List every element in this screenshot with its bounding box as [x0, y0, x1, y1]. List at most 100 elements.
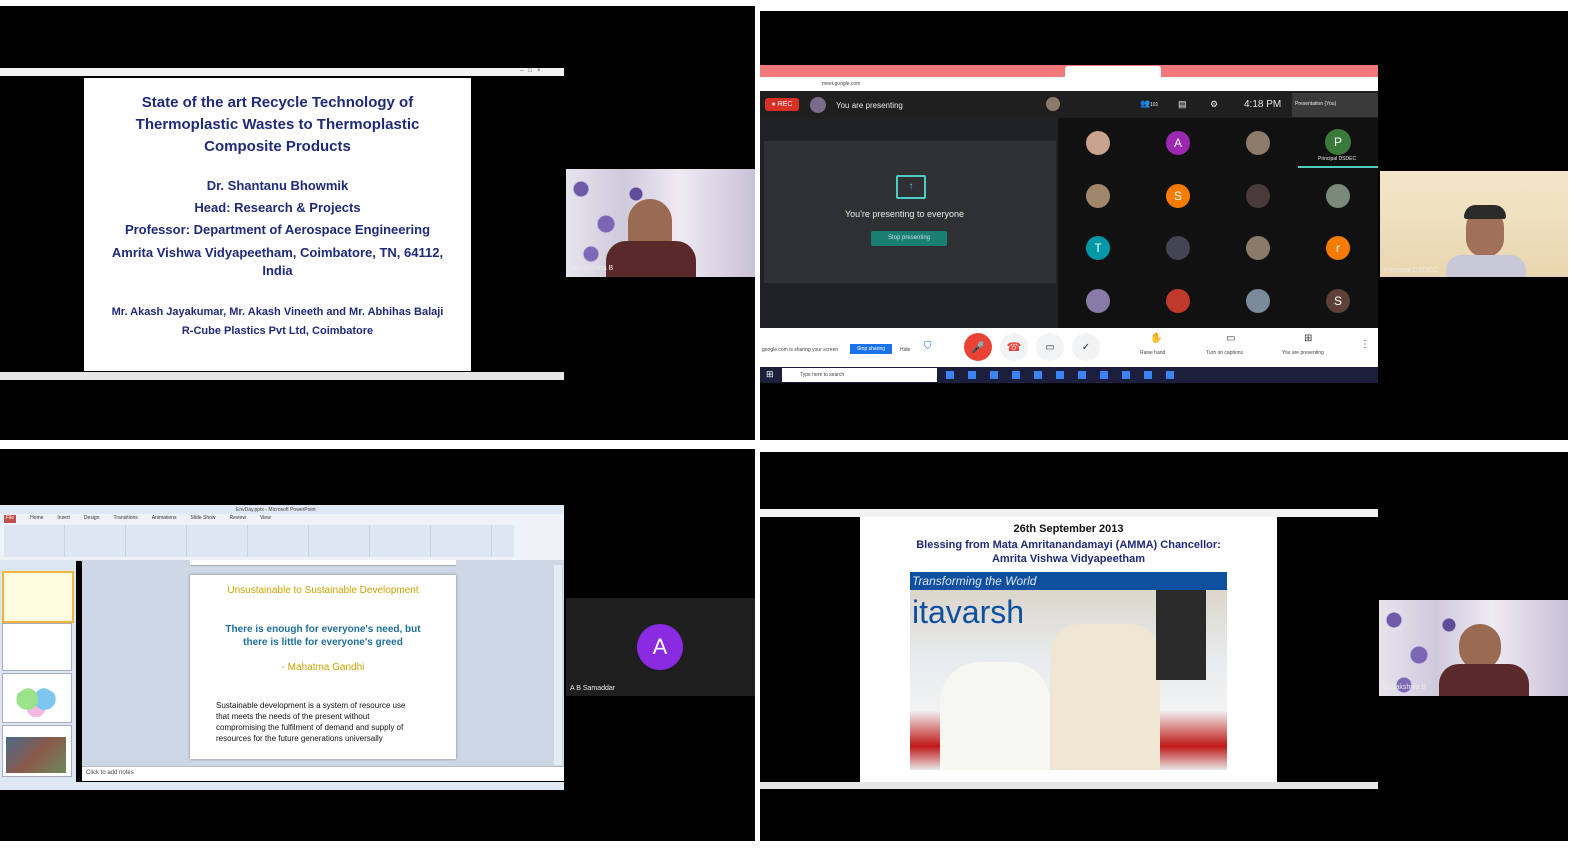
slide-role-2: Professor: Department of Aerospace Engin… [124, 222, 431, 237]
meeting-time: 4:18 PM [1244, 99, 1282, 110]
present-label: You are presenting [1282, 350, 1324, 356]
slide-title: Blessing from Mata Amritanandamayi (AMMA… [916, 539, 1221, 565]
slide-quote: There is enough for everyone's need, but… [225, 624, 421, 648]
slide-title: Unsustainable to Sustainable Development [227, 585, 419, 596]
ribbon-tab-view[interactable]: View [260, 515, 271, 523]
active-browser-tab[interactable] [1065, 66, 1161, 77]
captions-icon[interactable]: ▭ [1226, 333, 1235, 344]
video-tile-q3: EnvDay.pptx - Microsoft PowerPoint File … [0, 449, 755, 841]
raise-hand-icon[interactable]: ✋ [1150, 333, 1162, 344]
grid-tile-r: r [1326, 236, 1350, 260]
grid-tile-s2: S [1326, 289, 1350, 313]
ribbon-tab-review[interactable]: Review [230, 515, 246, 523]
ribbon-groups[interactable] [4, 525, 514, 557]
grid-tile-t: T [1086, 236, 1110, 260]
photo-banner-text: Transforming the World [912, 574, 1037, 588]
ribbon-tab-home[interactable]: Home [30, 515, 43, 523]
share-bar-stop[interactable]: Stop sharing [850, 344, 892, 354]
slide-affiliation: Amrita Vishwa Vidyapeetham, Coimbatore, … [111, 245, 444, 278]
ppt-window-titlebar [0, 68, 564, 76]
host-speaking-bar [1298, 166, 1378, 168]
chat-icon[interactable]: ▤ [1178, 99, 1187, 110]
start-icon[interactable]: ⊞ [766, 369, 774, 380]
ribbon-tab-slideshow[interactable]: Slide Show [191, 515, 216, 523]
notes-pane[interactable] [82, 766, 564, 781]
host-tile-name: Principal DSDEC [1318, 156, 1357, 162]
check-icon[interactable]: ✓ [1072, 333, 1100, 361]
participant-video: Principal DSDEC [1380, 171, 1568, 277]
address-url: meet.google.com [822, 81, 861, 87]
slide-company: R-Cube Plastics Pvt Ltd, Coimbatore [181, 325, 374, 337]
participant-name: Principal DSDEC [1384, 267, 1438, 274]
grid-tile-1 [1086, 131, 1110, 155]
grid-tile-14 [1166, 289, 1190, 313]
ppt-app-title: EnvDay.pptx - Microsoft PowerPoint [236, 507, 316, 513]
person-shirt [606, 241, 696, 277]
slide-quote-author: - Mahatma Gandhi [281, 662, 365, 673]
slide-coauthors: Mr. Akash Jayakumar, Mr. Akash Vineeth a… [111, 306, 444, 318]
slide-body: Sustainable development is a system of r… [216, 701, 406, 743]
taskbar-search-placeholder: Type here to search [800, 372, 845, 378]
present-icon[interactable]: ⊞ [1304, 333, 1312, 344]
video-tile-q4: 26th September 2013 Blessing from Mata A… [760, 452, 1568, 841]
slide-role-1: Head: Research & Projects [194, 200, 361, 215]
share-bar-text: google.com is sharing your screen [762, 347, 839, 353]
captions-label: Turn on captions [1206, 350, 1244, 356]
rec-badge: ● REC [765, 98, 799, 111]
video-tile-q1: – □ × State of the art Recycle Technolog… [0, 6, 755, 440]
photo-word: itavarsh [912, 594, 1025, 630]
grid-tile-13 [1086, 289, 1110, 313]
person-bowing [1050, 624, 1160, 770]
mic-off-button[interactable]: 🎤 [964, 333, 992, 361]
camera-button[interactable]: ▭ [1036, 333, 1064, 361]
window-controls[interactable]: – □ × [520, 68, 562, 76]
participant-avatar-small [1046, 97, 1060, 111]
grid-tile-7 [1246, 184, 1270, 208]
ruler [190, 560, 456, 566]
activities-icon[interactable]: ⚙ [1210, 99, 1218, 110]
participant-video: Sudakshina B [1379, 600, 1568, 696]
more-options-icon[interactable]: ⋮ [1360, 339, 1370, 350]
grid-tile-p: P [1325, 129, 1351, 155]
ribbon-tab-transitions[interactable]: Transitions [114, 515, 138, 523]
slide-title: State of the art Recycle Technology of T… [135, 94, 420, 155]
participant-video: Sudakshina B [566, 169, 755, 277]
ribbon-tab-design[interactable]: Design [84, 515, 100, 523]
ribbon-tab-file[interactable]: File [4, 515, 17, 523]
person-hair [1464, 205, 1506, 219]
raise-hand-label: Raise hand [1140, 350, 1166, 356]
self-view-label: Presentation (You) [1295, 101, 1337, 107]
avatar-name: A B Samaddar [570, 685, 616, 692]
people-count-icon[interactable]: 👥101 [1140, 99, 1158, 108]
ribbon-tabs[interactable]: File Home Insert Design Transitions Anim… [0, 515, 304, 523]
grid-tile-5 [1086, 184, 1110, 208]
ppt-titlebar [760, 509, 1378, 517]
slide-photo: Transforming the World itavarsh [910, 572, 1227, 770]
grid-tile-15 [1246, 289, 1270, 313]
vertical-scrollbar[interactable] [554, 565, 562, 765]
person-shirt [1439, 664, 1529, 696]
ribbon-tab-animations[interactable]: Animations [152, 515, 177, 523]
grid-tile-3 [1246, 131, 1270, 155]
present-screen-icon: ↑ [896, 175, 926, 199]
avatar: A [637, 624, 683, 670]
leave-call-button[interactable]: ☎ [1000, 333, 1028, 361]
taskbar-apps[interactable] [946, 371, 1176, 379]
slide-thumb-1[interactable] [2, 571, 74, 623]
self-avatar [810, 97, 826, 113]
venn-thumb [14, 687, 58, 717]
share-bar-hide[interactable]: Hide [900, 347, 910, 353]
person-white [940, 662, 1050, 770]
person-shirt [1446, 255, 1526, 277]
ribbon-tab-insert[interactable]: Insert [57, 515, 70, 523]
slide-author: Dr. Shantanu Bhowmik [206, 178, 349, 193]
slide-thumb-2[interactable] [2, 623, 72, 671]
grid-tile-a: A [1166, 131, 1190, 155]
participant-name: Sudakshina B [1383, 684, 1427, 691]
video-tile-q2: meet.google.com ● REC You are presenting… [760, 11, 1568, 440]
stop-presenting-button[interactable]: Stop presenting [871, 231, 947, 246]
ppt-statusbar [760, 782, 1378, 789]
ppt-statusbar [0, 372, 564, 380]
presenting-status: You are presenting [836, 101, 903, 110]
participant-name: Sudakshina B [570, 265, 614, 272]
